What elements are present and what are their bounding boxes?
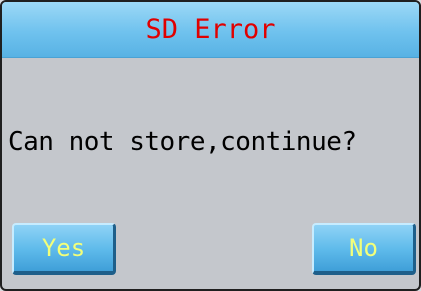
dialog-message: Can not store,continue?	[8, 127, 357, 157]
dialog-title: SD Error	[145, 14, 276, 45]
yes-button[interactable]: Yes	[12, 223, 116, 275]
dialog-title-bar: SD Error	[2, 2, 419, 58]
no-button[interactable]: No	[312, 223, 416, 275]
sd-error-dialog: SD Error Can not store,continue? Yes No	[0, 0, 421, 291]
